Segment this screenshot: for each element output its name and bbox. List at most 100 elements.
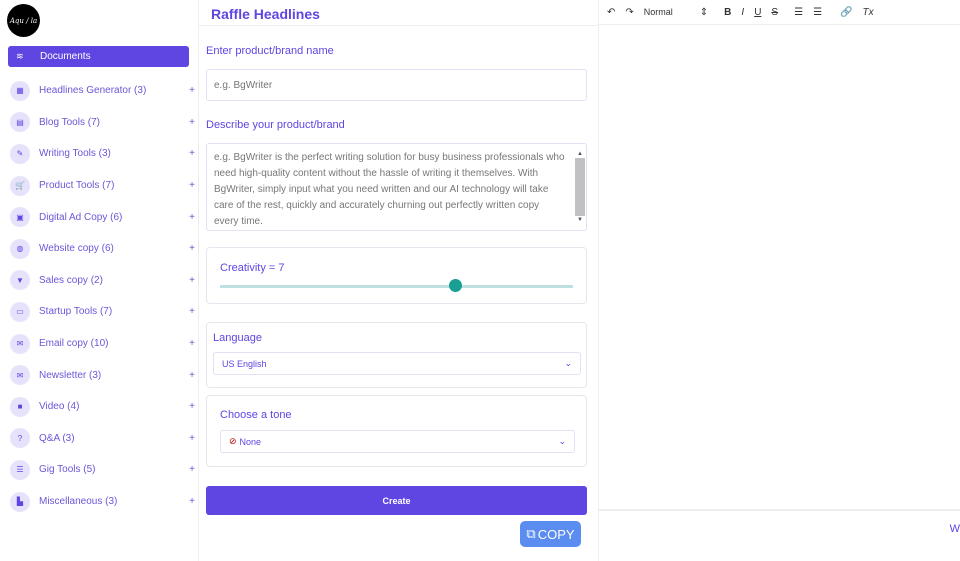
footer-text: W — [949, 523, 960, 535]
sidebar-item[interactable]: ✉ Newsletter (3) + — [10, 359, 195, 391]
category-icon: ▼ — [10, 270, 30, 291]
divider — [199, 25, 599, 26]
category-icon: ☰ — [10, 459, 30, 480]
create-button[interactable]: Create — [206, 486, 587, 515]
sidebar-item-label: Sales copy (2) — [39, 274, 103, 286]
category-icon: ■ — [10, 396, 30, 417]
category-icon: ▦ — [10, 80, 30, 101]
scrollbar-thumb[interactable] — [575, 158, 585, 216]
category-icon: ✎ — [10, 143, 30, 164]
expand-plus-icon[interactable]: + — [189, 338, 195, 349]
expand-plus-icon[interactable]: + — [189, 275, 195, 286]
language-value: US English — [222, 358, 267, 369]
underline-icon[interactable]: U — [754, 7, 761, 18]
italic-icon[interactable]: I — [741, 7, 744, 18]
expand-plus-icon[interactable]: + — [189, 464, 195, 475]
format-select[interactable]: Normal — [644, 7, 690, 17]
sidebar-item[interactable]: ☰ Gig Tools (5) + — [10, 454, 195, 486]
expand-plus-icon[interactable]: + — [189, 306, 195, 317]
sidebar-item-label: Website copy (6) — [39, 243, 114, 255]
sidebar-item-label: Email copy (10) — [39, 338, 109, 350]
slider-handle[interactable] — [449, 279, 463, 292]
creativity-card: Creativity = 7 — [206, 247, 587, 304]
tone-value: None — [239, 436, 262, 447]
description-textarea[interactable]: e.g. BgWriter is the perfect writing sol… — [206, 143, 587, 231]
sidebar-item-documents[interactable]: ≋ Documents — [8, 46, 189, 67]
description-label: Describe your product/brand — [206, 119, 345, 131]
sidebar-item[interactable]: ◍ Website copy (6) + — [10, 233, 195, 265]
tone-label: Choose a tone — [220, 409, 292, 421]
logo[interactable]: Aqu / la — [7, 4, 40, 37]
undo-icon[interactable]: ↶ — [607, 7, 615, 18]
editor-footer — [599, 509, 960, 511]
sidebar-item-label: Newsletter (3) — [39, 369, 102, 381]
sidebar-item-label: Headlines Generator (3) — [39, 85, 147, 97]
sidebar-item[interactable]: ■ Video (4) + — [10, 391, 195, 423]
product-name-input[interactable] — [206, 69, 587, 101]
copy-button[interactable]: ⧉ COPY — [520, 521, 581, 547]
sidebar-item[interactable]: ? Q&A (3) + — [10, 423, 195, 455]
expand-plus-icon[interactable]: + — [189, 370, 195, 381]
main-form: Raffle Headlines Enter product/brand nam… — [199, 0, 599, 561]
sidebar-item-label: Gig Tools (5) — [39, 464, 96, 476]
copy-label: COPY — [537, 526, 575, 542]
bullet-list-icon[interactable]: ☰ — [813, 7, 822, 18]
category-icon: ▤ — [10, 112, 30, 133]
strikethrough-icon[interactable]: S — [771, 7, 778, 18]
tone-select[interactable]: ⊘ None ⌄ — [220, 430, 575, 453]
rich-text-editor[interactable]: ↶ ↷ Normal ⇕ B I U S ☰ ☰ 🔗 Tx W — [599, 0, 960, 561]
sidebar-item-label: Miscellaneous (3) — [39, 496, 118, 508]
expand-plus-icon[interactable]: + — [189, 148, 195, 159]
category-icon: 🛒 — [10, 175, 30, 196]
category-icon: ◍ — [10, 238, 30, 259]
link-icon[interactable]: 🔗 — [840, 7, 852, 18]
layers-icon: ≋ — [16, 51, 24, 61]
scroll-down-icon[interactable]: ▼ — [577, 212, 583, 228]
expand-plus-icon[interactable]: + — [189, 117, 195, 128]
sidebar-item[interactable]: ▣ Digital Ad Copy (6) + — [10, 201, 195, 233]
language-select[interactable]: US English ⌄ — [213, 352, 581, 375]
ordered-list-icon[interactable]: ☰ — [794, 7, 803, 18]
clear-format-icon[interactable]: Tx — [862, 7, 873, 18]
category-icon: ✉ — [10, 333, 30, 354]
sidebar-item-label: Documents — [40, 51, 91, 62]
expand-plus-icon[interactable]: + — [189, 433, 195, 444]
language-label: Language — [213, 332, 262, 344]
sidebar-item-label: Writing Tools (3) — [39, 148, 111, 160]
sidebar-item[interactable]: ▼ Sales copy (2) + — [10, 265, 195, 297]
sidebar-item[interactable]: ▙ Miscellaneous (3) + — [10, 486, 195, 518]
sidebar-item-label: Video (4) — [39, 401, 80, 413]
bold-icon[interactable]: B — [724, 7, 731, 18]
category-icon: ✉ — [10, 365, 30, 386]
language-card: Language US English ⌄ — [206, 322, 587, 388]
expand-plus-icon[interactable]: + — [189, 85, 195, 96]
sidebar-item[interactable]: ▭ Startup Tools (7) + — [10, 296, 195, 328]
creativity-label: Creativity = 7 — [220, 262, 285, 274]
sidebar-item-label: Blog Tools (7) — [39, 116, 100, 128]
page-title: Raffle Headlines — [211, 6, 320, 22]
sidebar-item-label: Startup Tools (7) — [39, 306, 113, 318]
expand-plus-icon[interactable]: + — [189, 212, 195, 223]
expand-plus-icon[interactable]: + — [189, 496, 195, 507]
sidebar-item[interactable]: ▤ Blog Tools (7) + — [10, 107, 195, 139]
format-select-arrows-icon[interactable]: ⇕ — [700, 7, 708, 18]
expand-plus-icon[interactable]: + — [189, 243, 195, 254]
expand-plus-icon[interactable]: + — [189, 401, 195, 412]
category-icon: ▣ — [10, 207, 30, 228]
redo-icon[interactable]: ↷ — [625, 7, 633, 18]
chevron-down-icon: ⌄ — [564, 358, 572, 368]
sidebar-item[interactable]: ✎ Writing Tools (3) + — [10, 138, 195, 170]
creativity-slider[interactable] — [220, 285, 573, 288]
expand-plus-icon[interactable]: + — [189, 180, 195, 191]
sidebar-item-label: Digital Ad Copy (6) — [39, 211, 123, 223]
description-placeholder: e.g. BgWriter is the perfect writing sol… — [214, 152, 565, 227]
category-icon: ▙ — [10, 491, 30, 512]
scrollbar[interactable]: ▲ ▼ — [575, 146, 585, 228]
sidebar-item[interactable]: ✉ Email copy (10) + — [10, 328, 195, 360]
sidebar-item-label: Product Tools (7) — [39, 180, 115, 192]
sidebar-nav: ▦ Headlines Generator (3) + ▤ Blog Tools (7)… — [10, 75, 195, 517]
sidebar-item[interactable]: ▦ Headlines Generator (3) + — [10, 75, 195, 107]
chevron-down-icon: ⌄ — [558, 436, 566, 446]
category-icon: ▭ — [10, 301, 30, 322]
sidebar-item[interactable]: 🛒 Product Tools (7) + — [10, 170, 195, 202]
